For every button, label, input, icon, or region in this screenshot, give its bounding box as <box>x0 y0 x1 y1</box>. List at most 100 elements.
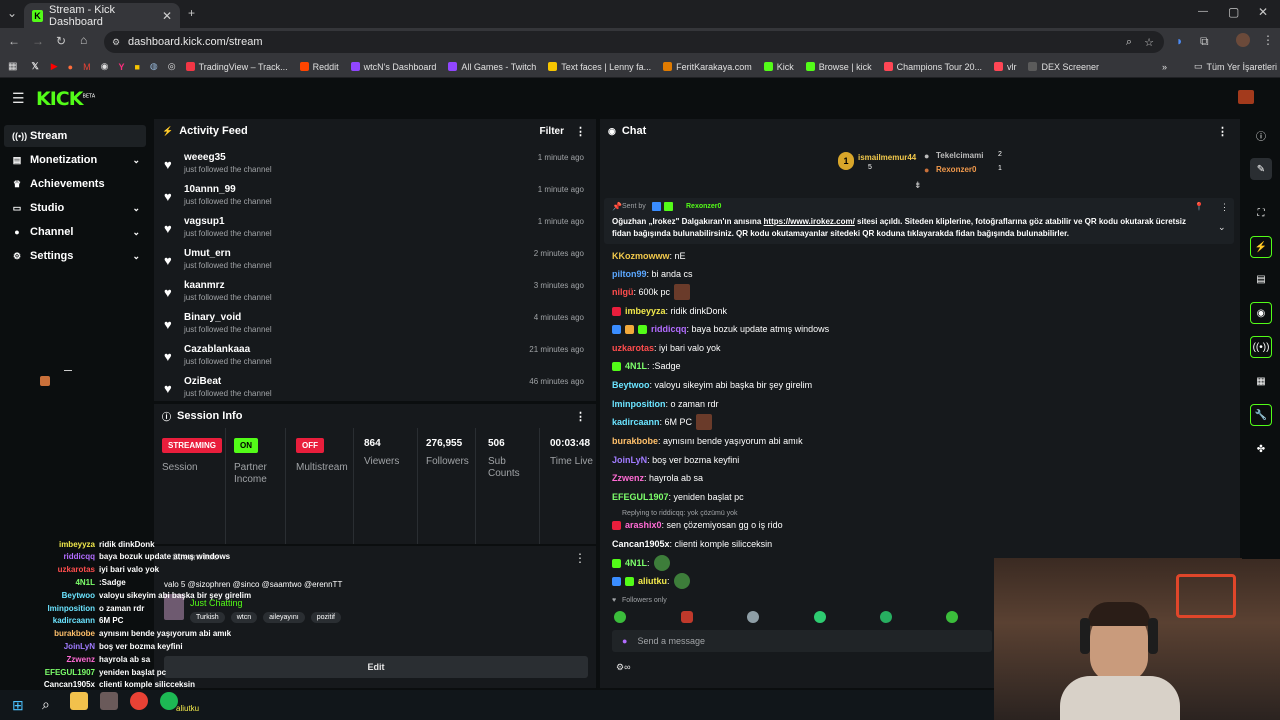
gmail-bookmark-icon[interactable]: M <box>83 62 91 72</box>
expand-pinned-icon[interactable]: ⌄ <box>1218 222 1226 233</box>
chrome-icon[interactable] <box>130 692 148 710</box>
extension-icon[interactable]: ◗ <box>1176 34 1183 48</box>
clipboard-rail-icon[interactable]: ▤ <box>1250 268 1272 290</box>
chat-username[interactable]: riddicqq <box>651 324 687 334</box>
edit-button[interactable]: Edit <box>164 656 588 678</box>
activity-username[interactable]: weeeg35 <box>184 152 226 163</box>
chat-username[interactable]: 4N1L <box>625 558 647 568</box>
chat-input[interactable]: ● Send a message <box>612 630 992 652</box>
sidebar-item-settings[interactable]: ⚙ Settings ⌄ <box>4 245 146 267</box>
emote-icon[interactable] <box>814 611 826 623</box>
pinned-sender[interactable]: Rexonzer0 <box>686 203 721 210</box>
more-bookmarks-icon[interactable]: » <box>1162 62 1167 72</box>
hamburger-menu-icon[interactable]: ☰ <box>12 90 25 107</box>
chat-username[interactable]: JoinLyN <box>612 455 647 465</box>
bookmark-item[interactable]: wtcN's Dashboard <box>350 62 436 72</box>
activity-menu-icon[interactable]: ⋮ <box>575 125 586 138</box>
microphone-icon[interactable]: ● <box>622 636 627 646</box>
minimize-icon[interactable]: — <box>1198 6 1208 17</box>
home-icon[interactable]: ⌂ <box>80 33 87 47</box>
expand-rail-icon[interactable]: ⛶ <box>1250 202 1272 224</box>
sidebar-item-stream[interactable]: ((•)) Stream <box>4 125 146 147</box>
collapse-leaderboard-icon[interactable]: ⇟ <box>914 180 922 191</box>
pinned-link[interactable]: https://www.irokez.com/ <box>764 217 855 226</box>
chat-username[interactable]: burakbobe <box>612 436 658 446</box>
user-avatar[interactable] <box>1238 90 1254 104</box>
chat-username[interactable]: Zzwenz <box>612 473 644 483</box>
stream-tag[interactable]: Turkish <box>190 612 225 623</box>
rank1-name[interactable]: ismailmemur44 <box>858 153 916 162</box>
apps-rail-icon[interactable]: ✤ <box>1250 438 1272 460</box>
activity-username[interactable]: Umut_ern <box>184 248 231 259</box>
profile-avatar[interactable] <box>1236 33 1250 47</box>
chat-username[interactable]: kadircaann <box>612 417 660 427</box>
emote-icon[interactable] <box>747 611 759 623</box>
chat-settings-icon[interactable]: ⚙∞ <box>616 662 630 673</box>
bookmark-icon[interactable]: ■ <box>134 62 139 72</box>
x-bookmark-icon[interactable]: 𝕏 <box>31 61 38 72</box>
emote-icon[interactable] <box>946 611 958 623</box>
all-bookmarks[interactable]: ▭ Tüm Yer İşaretleri <box>1194 61 1277 72</box>
tab-search-icon[interactable]: ⌄ <box>7 6 17 20</box>
broadcast-rail-icon[interactable]: ((•)) <box>1250 336 1272 358</box>
taskbar-app-icon[interactable] <box>100 692 118 710</box>
url-input[interactable]: ⚙ dashboard.kick.com/stream ⌕ ☆ <box>104 31 1164 53</box>
stream-tag[interactable]: aileyayını <box>263 612 305 623</box>
stream-info-menu-icon[interactable]: ⋮ <box>574 551 586 565</box>
bolt-rail-icon[interactable]: ⚡ <box>1250 236 1272 258</box>
emote-icon[interactable] <box>681 611 693 623</box>
chat-username[interactable]: KKozmowww <box>612 251 670 261</box>
browser-menu-icon[interactable]: ⋮ <box>1262 33 1274 47</box>
new-tab-icon[interactable]: + <box>188 6 195 20</box>
site-info-icon[interactable]: ⚙ <box>112 37 120 48</box>
bookmark-item[interactable]: TradingView – Track... <box>185 62 288 72</box>
filter-button[interactable]: Filter <box>540 126 564 137</box>
chevron-down-icon[interactable]: ⌄ <box>132 155 140 166</box>
activity-username[interactable]: Binary_void <box>184 312 241 323</box>
bookmark-item[interactable]: vlr <box>993 62 1016 72</box>
yahoo-bookmark-icon[interactable]: Y <box>118 62 124 72</box>
browser-tab[interactable]: K Stream - Kick Dashboard ✕ <box>24 3 180 28</box>
activity-username[interactable]: vagsup1 <box>184 216 225 227</box>
list-rail-icon[interactable]: ▦ <box>1250 370 1272 392</box>
bookmark-icon[interactable]: ● <box>68 62 73 72</box>
reload-icon[interactable]: ↻ <box>56 34 66 48</box>
sidebar-item-channel[interactable]: ● Channel ⌄ <box>4 221 146 243</box>
chat-menu-icon[interactable]: ⋮ <box>1217 125 1228 138</box>
zoom-icon[interactable]: ⌕ <box>1126 36 1132 49</box>
chat-username[interactable]: aliutku <box>638 576 667 586</box>
bookmark-item[interactable]: DEX Screener <box>1028 62 1099 72</box>
chevron-down-icon[interactable]: ⌄ <box>132 251 140 262</box>
sidebar-item-achievements[interactable]: ♛ Achievements <box>4 173 146 195</box>
kick-logo[interactable]: KICKBETA <box>36 88 95 110</box>
windows-start-icon[interactable]: ⊞ <box>12 697 24 714</box>
rank2-name[interactable]: Tekelcimami <box>936 151 983 160</box>
session-menu-icon[interactable]: ⋮ <box>575 410 586 423</box>
extensions-puzzle-icon[interactable]: ⧉ <box>1200 34 1209 49</box>
chevron-down-icon[interactable]: ⌄ <box>132 227 140 238</box>
bookmark-item[interactable]: Champions Tour 20... <box>883 62 982 72</box>
chat-username[interactable]: lminposition <box>612 399 666 409</box>
chat-username[interactable]: EFEGUL1907 <box>612 492 669 502</box>
activity-username[interactable]: Cazablankaaa <box>184 344 250 355</box>
bookmark-item[interactable]: Text faces | Lenny fa... <box>548 62 651 72</box>
bookmark-item[interactable]: Reddit <box>299 62 339 72</box>
rank3-name[interactable]: Rexonzer0 <box>936 165 976 174</box>
sidebar-item-studio[interactable]: ▭ Studio ⌄ <box>4 197 146 219</box>
wrench-rail-icon[interactable]: 🔧 <box>1250 404 1272 426</box>
chat-username[interactable]: 4N1L <box>625 361 647 371</box>
chat-username[interactable]: imbeyyza <box>625 306 666 316</box>
pinned-menu-icon[interactable]: ⋮ <box>1220 202 1229 213</box>
bookmark-icon[interactable]: ◎ <box>168 61 176 72</box>
edit-rail-icon[interactable]: ✎ <box>1250 158 1272 180</box>
bookmark-icon[interactable]: ◉ <box>101 61 109 72</box>
close-window-icon[interactable]: ✕ <box>1258 5 1268 19</box>
maximize-icon[interactable]: ▢ <box>1228 5 1239 19</box>
bookmark-item[interactable]: Browse | kick <box>805 62 872 72</box>
sidebar-item-monetization[interactable]: ▤ Monetization ⌄ <box>4 149 146 171</box>
chat-username[interactable]: Beytwoo <box>612 380 650 390</box>
close-tab-icon[interactable]: ✕ <box>162 9 172 23</box>
apps-icon[interactable]: ▦ <box>8 61 17 72</box>
emote-icon[interactable] <box>614 611 626 623</box>
activity-username[interactable]: kaanmrz <box>184 280 225 291</box>
